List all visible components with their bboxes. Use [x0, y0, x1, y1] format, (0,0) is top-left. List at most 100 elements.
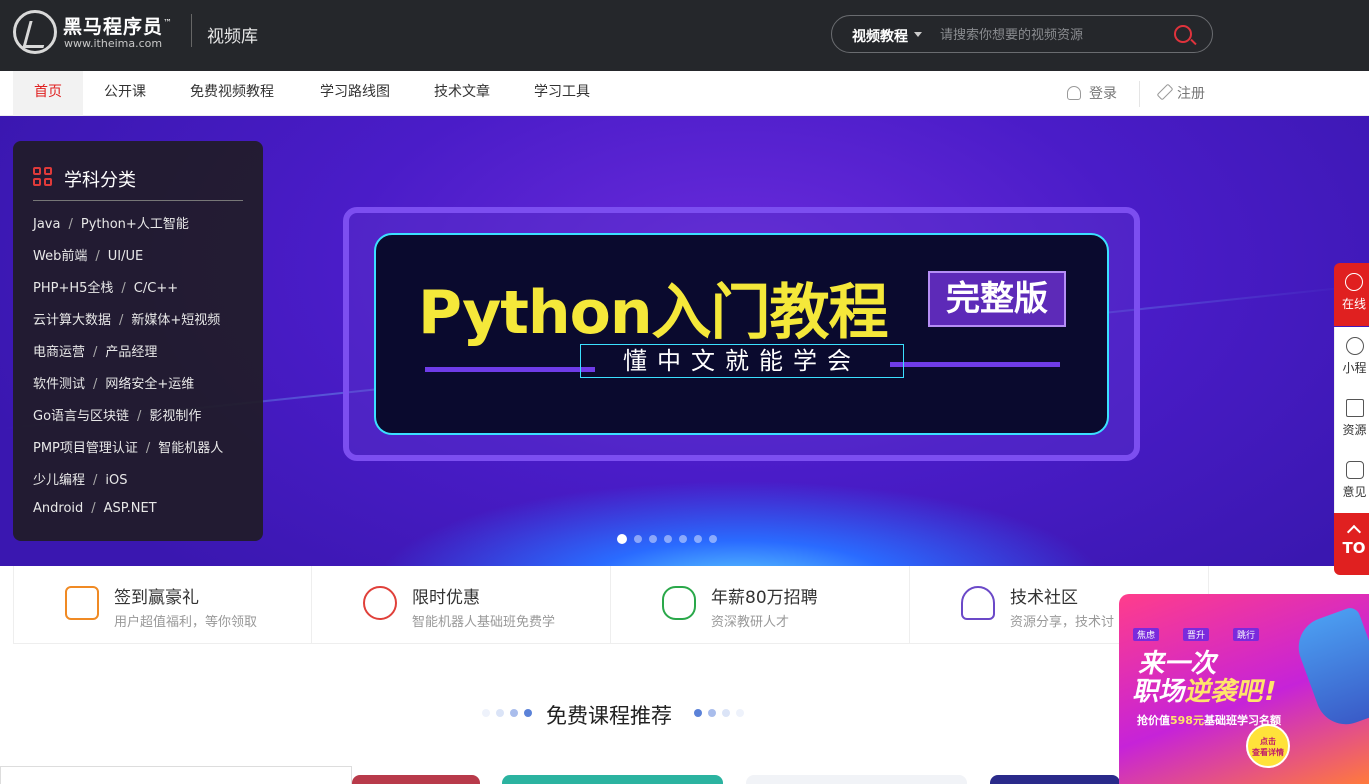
banner-line-left	[425, 367, 595, 372]
grid-icon	[33, 167, 53, 187]
category-row: PMP项目管理认证 / 智能机器人	[33, 441, 224, 456]
login-label: 登录	[1089, 86, 1117, 102]
promo-item-hiring[interactable]: 年薪80万招聘 资深教研人才	[611, 566, 910, 644]
decor-dot	[496, 709, 504, 717]
category-link[interactable]: PMP项目管理认证	[33, 441, 138, 456]
carousel-dot[interactable]	[649, 535, 657, 543]
nav-item-home[interactable]: 首页	[13, 71, 83, 116]
toolbar-label: TO	[1342, 539, 1366, 557]
toolbar-label: 小程	[1342, 361, 1367, 375]
category-row: 软件测试 / 网络安全+运维	[33, 377, 195, 392]
banner-title: Python入门教程	[418, 278, 889, 348]
promo-title: 年薪80万招聘	[711, 588, 818, 608]
category-row: 云计算大数据 / 新媒体+短视频	[33, 313, 221, 328]
carousel-dot[interactable]	[617, 534, 627, 544]
decor-dot	[708, 709, 716, 717]
resource-button[interactable]: 资源	[1334, 389, 1369, 451]
category-row: Java / Python+人工智能	[33, 217, 189, 232]
carousel-dot[interactable]	[709, 535, 717, 543]
ad-cta-button[interactable]: 点击 查看详情	[1246, 724, 1290, 768]
category-link[interactable]: Android	[33, 501, 83, 516]
search-box: 视频教程	[831, 15, 1213, 53]
category-link[interactable]: ASP.NET	[104, 501, 157, 516]
arrow-up-icon	[1346, 524, 1362, 540]
resource-icon	[1345, 399, 1364, 417]
category-link[interactable]: 网络安全+运维	[105, 377, 194, 392]
category-link[interactable]: C/C++	[134, 281, 178, 296]
category-link[interactable]: 云计算大数据	[33, 313, 111, 328]
promo-desc: 用户超值福利，等你领取	[114, 615, 258, 630]
main-nav: 首页 公开课 免费视频教程 学习路线图 技术文章 学习工具 登录 注册	[0, 71, 1369, 116]
search-category-select[interactable]: 视频教程	[852, 26, 908, 46]
course-card[interactable]	[746, 775, 967, 784]
logo[interactable]: 黑马程序员™ www.itheima.com	[13, 10, 173, 54]
ad-cta-line2: 查看详情	[1252, 748, 1284, 757]
login-link[interactable]: 登录	[1067, 83, 1117, 105]
back-to-top-button[interactable]: TO	[1334, 513, 1369, 575]
category-link[interactable]: Python+人工智能	[81, 217, 189, 232]
mini-program-button[interactable]: 小程	[1334, 327, 1369, 389]
register-link[interactable]: 注册	[1156, 83, 1205, 105]
category-link[interactable]: 产品经理	[105, 345, 157, 360]
ad-cta-line1: 点击	[1260, 737, 1276, 746]
caret-down-icon[interactable]	[914, 32, 922, 37]
promo-item-discount[interactable]: 限时优惠 智能机器人基础班免费学	[312, 566, 611, 644]
feedback-button[interactable]: 意见	[1334, 451, 1369, 513]
search-icon[interactable]	[1174, 25, 1192, 43]
category-link[interactable]: iOS	[105, 473, 127, 488]
ad-tag: 焦虑	[1133, 628, 1160, 641]
category-link[interactable]: 软件测试	[33, 377, 85, 392]
headset-icon	[1345, 273, 1363, 291]
feedback-icon	[1345, 461, 1364, 479]
nav-item-free-video[interactable]: 免费视频教程	[177, 71, 287, 116]
course-card[interactable]	[352, 775, 480, 784]
category-row: 少儿编程 / iOS	[33, 473, 128, 488]
category-link[interactable]: 影视制作	[149, 409, 201, 424]
category-link[interactable]: Java	[33, 217, 60, 232]
category-row: 电商运营 / 产品经理	[33, 345, 158, 360]
decor-dot	[694, 709, 702, 717]
online-service-button[interactable]: 在线	[1334, 263, 1369, 326]
site-name[interactable]: 视频库	[207, 22, 258, 47]
pencil-icon	[1156, 83, 1174, 101]
nav-item-roadmap[interactable]: 学习路线图	[308, 71, 402, 116]
toolbar-label: 资源	[1342, 423, 1367, 437]
decor-dot	[722, 709, 730, 717]
search-input[interactable]	[940, 24, 1170, 46]
promo-desc: 资源分享，技术讨	[1010, 615, 1115, 630]
carousel-dot[interactable]	[679, 535, 687, 543]
ad-tag: 晋升	[1183, 628, 1210, 641]
category-link[interactable]: 新媒体+短视频	[131, 313, 220, 328]
carousel-dot[interactable]	[634, 535, 642, 543]
banner-line-right	[890, 362, 1060, 367]
category-link[interactable]: PHP+H5全栈	[33, 281, 113, 296]
category-link[interactable]: Web前端	[33, 249, 87, 264]
nav-item-articles[interactable]: 技术文章	[422, 71, 502, 116]
decor-dot	[482, 709, 490, 717]
category-row: Android / ASP.NET	[33, 501, 157, 516]
decor-dot	[524, 709, 532, 717]
user-icon	[1067, 86, 1081, 100]
top-header: 黑马程序员™ www.itheima.com 视频库 视频教程	[0, 0, 1369, 71]
category-row: PHP+H5全栈 / C/C++	[33, 281, 179, 296]
chat-widget[interactable]	[0, 766, 352, 784]
ad-tag: 跳行	[1233, 628, 1260, 641]
ad-headline-line1: 来一次	[1136, 649, 1222, 679]
category-link[interactable]: 少儿编程	[33, 473, 85, 488]
community-icon	[961, 586, 995, 620]
header-divider	[191, 14, 192, 47]
category-link[interactable]: 电商运营	[33, 345, 85, 360]
category-link[interactable]: Go语言与区块链	[33, 409, 129, 424]
promo-popup-ad[interactable]: 焦虑 晋升 跳行 来一次 职场逆袭吧! 抢价值598元基础班学习名额 点击 查看详情	[1119, 594, 1369, 784]
auth-divider	[1139, 81, 1140, 107]
nav-item-open-class[interactable]: 公开课	[92, 71, 158, 116]
promo-item-checkin[interactable]: 签到赢豪礼 用户超值福利，等你领取	[13, 566, 312, 644]
carousel-dot[interactable]	[664, 535, 672, 543]
carousel-dot[interactable]	[694, 535, 702, 543]
course-card[interactable]	[990, 775, 1120, 784]
course-card[interactable]	[502, 775, 723, 784]
category-link[interactable]: 智能机器人	[158, 441, 223, 456]
nav-item-tools[interactable]: 学习工具	[522, 71, 602, 116]
category-link[interactable]: UI/UE	[108, 249, 143, 264]
ad-headline-line2a: 职场	[1130, 677, 1190, 707]
